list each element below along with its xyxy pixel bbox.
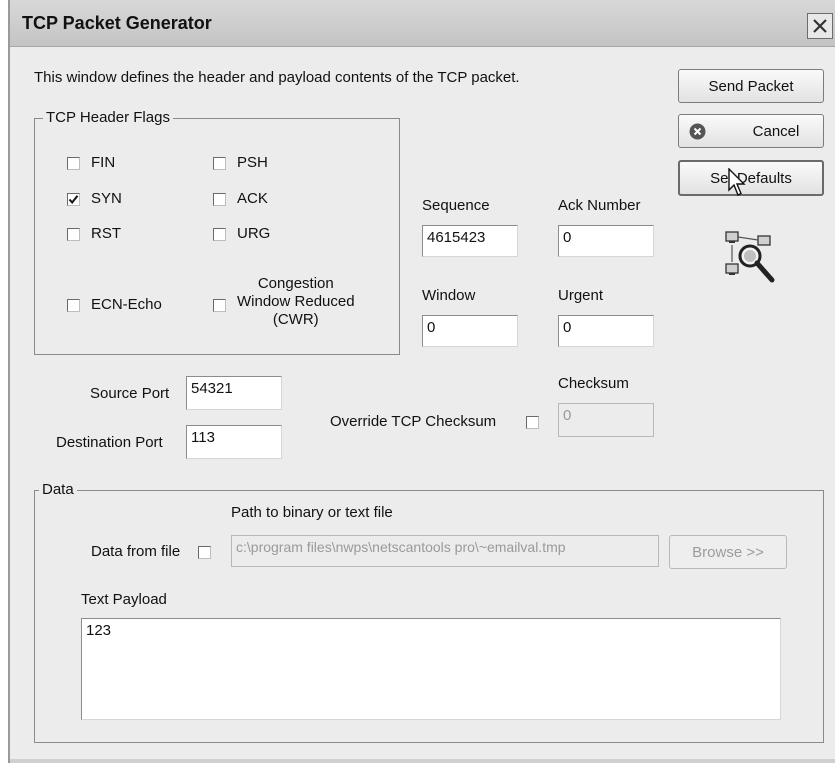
data-from-file-label: Data from file xyxy=(91,543,181,560)
urgent-label: Urgent xyxy=(558,287,604,304)
rst-label: RST xyxy=(91,225,121,242)
ack-label: ACK xyxy=(237,190,268,207)
ack-number-input[interactable]: 0 xyxy=(558,225,654,257)
close-icon xyxy=(813,19,827,33)
path-to-file-label: Path to binary or text file xyxy=(231,504,393,521)
data-group-label: Data xyxy=(39,481,77,498)
text-payload-textarea[interactable]: 123 xyxy=(81,618,781,720)
description-text: This window defines the header and paylo… xyxy=(34,69,520,86)
override-tcp-checksum-label: Override TCP Checksum xyxy=(330,413,497,430)
destination-port-label: Destination Port xyxy=(56,434,163,451)
psh-label: PSH xyxy=(237,154,268,171)
file-path-input[interactable]: c:\program files\nwps\netscantools pro\~… xyxy=(231,535,659,567)
title-bar[interactable]: TCP Packet Generator xyxy=(10,0,835,47)
browse-button[interactable]: Browse >> xyxy=(669,535,787,569)
cancel-button-label: Cancel xyxy=(752,122,800,140)
ack-checkbox[interactable] xyxy=(213,193,226,206)
destination-port-input[interactable]: 113 xyxy=(186,425,282,459)
syn-checkbox[interactable] xyxy=(67,193,80,206)
urg-checkbox[interactable] xyxy=(213,228,226,241)
set-defaults-button[interactable]: Set Defaults xyxy=(678,160,824,196)
source-port-input[interactable]: 54321 xyxy=(186,376,282,410)
cwr-label: Congestion Window Reduced (CWR) xyxy=(237,275,355,329)
syn-label: SYN xyxy=(91,190,122,207)
cwr-label-line3: (CWR) xyxy=(272,311,319,328)
ecn-echo-checkbox[interactable] xyxy=(67,299,80,312)
tcp-header-flags-group: TCP Header Flags FIN PSH SYN ACK RST URG… xyxy=(34,109,400,355)
rst-checkbox[interactable] xyxy=(67,228,80,241)
cwr-label-line1: Congestion xyxy=(257,275,334,292)
window-input[interactable]: 0 xyxy=(422,315,518,347)
urg-label: URG xyxy=(237,225,271,242)
checkmark-icon xyxy=(68,195,79,205)
text-payload-label: Text Payload xyxy=(81,591,167,608)
psh-checkbox[interactable] xyxy=(213,157,226,170)
ecn-echo-label: ECN-Echo xyxy=(91,296,162,313)
sequence-label: Sequence xyxy=(422,197,490,214)
send-packet-button[interactable]: Send Packet xyxy=(678,69,824,103)
cancel-button[interactable]: Cancel xyxy=(678,114,824,148)
cwr-checkbox[interactable] xyxy=(213,299,226,312)
close-button[interactable] xyxy=(807,13,833,39)
ack-number-label: Ack Number xyxy=(558,197,641,214)
data-from-file-checkbox[interactable] xyxy=(198,546,211,559)
window-title: TCP Packet Generator xyxy=(22,13,212,33)
source-port-label: Source Port xyxy=(90,385,170,402)
tcp-packet-generator-window: TCP Packet Generator This window defines… xyxy=(8,0,835,763)
cancel-x-circle-icon xyxy=(689,123,706,140)
network-search-icon xyxy=(725,231,775,283)
fin-checkbox[interactable] xyxy=(67,157,80,170)
window-label: Window xyxy=(422,287,476,304)
mouse-pointer-icon xyxy=(728,168,746,196)
fin-label: FIN xyxy=(91,154,116,171)
data-group: Data Path to binary or text file Data fr… xyxy=(34,481,824,743)
window-bottom-edge xyxy=(10,759,835,763)
cwr-label-line2: Window Reduced xyxy=(237,293,355,310)
override-tcp-checksum-checkbox[interactable] xyxy=(526,416,539,429)
checksum-label: Checksum xyxy=(558,375,629,392)
urgent-input[interactable]: 0 xyxy=(558,315,654,347)
checksum-input[interactable]: 0 xyxy=(558,403,654,437)
tcp-header-flags-label: TCP Header Flags xyxy=(43,109,173,126)
sequence-input[interactable]: 4615423 xyxy=(422,225,518,257)
